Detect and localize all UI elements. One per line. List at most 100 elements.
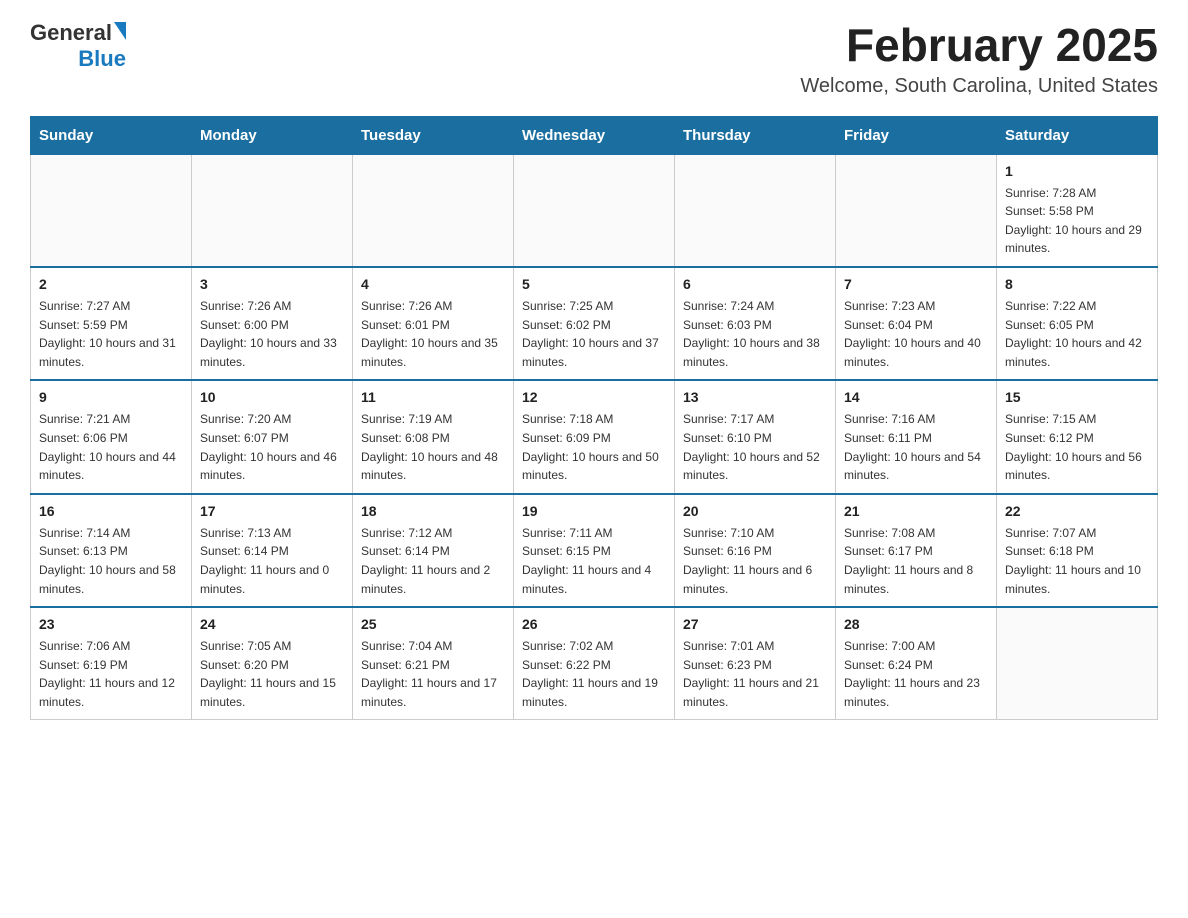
calendar-cell [514,154,675,267]
day-info: Sunrise: 7:26 AMSunset: 6:01 PMDaylight:… [361,297,505,371]
day-info: Sunrise: 7:26 AMSunset: 6:00 PMDaylight:… [200,297,344,371]
day-info: Sunrise: 7:10 AMSunset: 6:16 PMDaylight:… [683,524,827,598]
calendar-cell: 23Sunrise: 7:06 AMSunset: 6:19 PMDayligh… [31,607,192,720]
calendar-cell: 17Sunrise: 7:13 AMSunset: 6:14 PMDayligh… [192,494,353,607]
calendar-cell [675,154,836,267]
day-info: Sunrise: 7:06 AMSunset: 6:19 PMDaylight:… [39,637,183,711]
day-number: 2 [39,274,183,295]
day-info: Sunrise: 7:27 AMSunset: 5:59 PMDaylight:… [39,297,183,371]
calendar-cell: 24Sunrise: 7:05 AMSunset: 6:20 PMDayligh… [192,607,353,720]
day-info: Sunrise: 7:21 AMSunset: 6:06 PMDaylight:… [39,410,183,484]
day-number: 25 [361,614,505,635]
calendar-cell: 18Sunrise: 7:12 AMSunset: 6:14 PMDayligh… [353,494,514,607]
calendar-cell: 20Sunrise: 7:10 AMSunset: 6:16 PMDayligh… [675,494,836,607]
calendar-cell: 8Sunrise: 7:22 AMSunset: 6:05 PMDaylight… [997,267,1158,380]
calendar-week-2: 2Sunrise: 7:27 AMSunset: 5:59 PMDaylight… [31,267,1158,380]
day-number: 7 [844,274,988,295]
day-info: Sunrise: 7:15 AMSunset: 6:12 PMDaylight:… [1005,410,1149,484]
day-number: 20 [683,501,827,522]
calendar-week-4: 16Sunrise: 7:14 AMSunset: 6:13 PMDayligh… [31,494,1158,607]
day-number: 5 [522,274,666,295]
day-number: 18 [361,501,505,522]
calendar-cell: 26Sunrise: 7:02 AMSunset: 6:22 PMDayligh… [514,607,675,720]
calendar-cell: 27Sunrise: 7:01 AMSunset: 6:23 PMDayligh… [675,607,836,720]
day-info: Sunrise: 7:19 AMSunset: 6:08 PMDaylight:… [361,410,505,484]
day-of-week-monday: Monday [192,116,353,154]
day-number: 4 [361,274,505,295]
calendar-cell: 10Sunrise: 7:20 AMSunset: 6:07 PMDayligh… [192,380,353,493]
calendar-cell: 3Sunrise: 7:26 AMSunset: 6:00 PMDaylight… [192,267,353,380]
day-info: Sunrise: 7:07 AMSunset: 6:18 PMDaylight:… [1005,524,1149,598]
calendar-week-5: 23Sunrise: 7:06 AMSunset: 6:19 PMDayligh… [31,607,1158,720]
day-of-week-sunday: Sunday [31,116,192,154]
calendar-cell [192,154,353,267]
calendar-cell: 1Sunrise: 7:28 AMSunset: 5:58 PMDaylight… [997,154,1158,267]
day-number: 28 [844,614,988,635]
day-number: 16 [39,501,183,522]
day-number: 23 [39,614,183,635]
calendar-cell: 2Sunrise: 7:27 AMSunset: 5:59 PMDaylight… [31,267,192,380]
calendar-cell: 12Sunrise: 7:18 AMSunset: 6:09 PMDayligh… [514,380,675,493]
day-info: Sunrise: 7:24 AMSunset: 6:03 PMDaylight:… [683,297,827,371]
day-number: 13 [683,387,827,408]
day-of-week-tuesday: Tuesday [353,116,514,154]
calendar-cell: 21Sunrise: 7:08 AMSunset: 6:17 PMDayligh… [836,494,997,607]
main-title: February 2025 [800,20,1158,71]
calendar-table: SundayMondayTuesdayWednesdayThursdayFrid… [30,116,1158,721]
logo-triangle-icon [114,22,126,40]
calendar-cell: 4Sunrise: 7:26 AMSunset: 6:01 PMDaylight… [353,267,514,380]
calendar-cell: 7Sunrise: 7:23 AMSunset: 6:04 PMDaylight… [836,267,997,380]
page-header: General Blue February 2025 Welcome, Sout… [30,20,1158,98]
day-number: 14 [844,387,988,408]
day-number: 1 [1005,161,1149,182]
day-info: Sunrise: 7:16 AMSunset: 6:11 PMDaylight:… [844,410,988,484]
day-info: Sunrise: 7:20 AMSunset: 6:07 PMDaylight:… [200,410,344,484]
day-number: 27 [683,614,827,635]
calendar-cell: 22Sunrise: 7:07 AMSunset: 6:18 PMDayligh… [997,494,1158,607]
day-info: Sunrise: 7:05 AMSunset: 6:20 PMDaylight:… [200,637,344,711]
calendar-week-3: 9Sunrise: 7:21 AMSunset: 6:06 PMDaylight… [31,380,1158,493]
logo-general: General [30,20,112,46]
day-number: 12 [522,387,666,408]
day-number: 24 [200,614,344,635]
calendar-week-1: 1Sunrise: 7:28 AMSunset: 5:58 PMDaylight… [31,154,1158,267]
day-info: Sunrise: 7:22 AMSunset: 6:05 PMDaylight:… [1005,297,1149,371]
calendar-cell [353,154,514,267]
day-info: Sunrise: 7:23 AMSunset: 6:04 PMDaylight:… [844,297,988,371]
calendar-cell [997,607,1158,720]
day-number: 8 [1005,274,1149,295]
day-number: 11 [361,387,505,408]
calendar-cell: 16Sunrise: 7:14 AMSunset: 6:13 PMDayligh… [31,494,192,607]
day-of-week-saturday: Saturday [997,116,1158,154]
day-number: 6 [683,274,827,295]
day-info: Sunrise: 7:13 AMSunset: 6:14 PMDaylight:… [200,524,344,598]
subtitle: Welcome, South Carolina, United States [800,75,1158,98]
day-info: Sunrise: 7:00 AMSunset: 6:24 PMDaylight:… [844,637,988,711]
title-section: February 2025 Welcome, South Carolina, U… [800,20,1158,98]
day-info: Sunrise: 7:08 AMSunset: 6:17 PMDaylight:… [844,524,988,598]
logo-blue: Blue [78,46,126,72]
calendar-cell: 5Sunrise: 7:25 AMSunset: 6:02 PMDaylight… [514,267,675,380]
day-info: Sunrise: 7:14 AMSunset: 6:13 PMDaylight:… [39,524,183,598]
day-info: Sunrise: 7:04 AMSunset: 6:21 PMDaylight:… [361,637,505,711]
day-info: Sunrise: 7:18 AMSunset: 6:09 PMDaylight:… [522,410,666,484]
day-of-week-wednesday: Wednesday [514,116,675,154]
day-info: Sunrise: 7:11 AMSunset: 6:15 PMDaylight:… [522,524,666,598]
day-number: 22 [1005,501,1149,522]
day-info: Sunrise: 7:01 AMSunset: 6:23 PMDaylight:… [683,637,827,711]
calendar-cell [836,154,997,267]
calendar-cell: 25Sunrise: 7:04 AMSunset: 6:21 PMDayligh… [353,607,514,720]
calendar-cell: 9Sunrise: 7:21 AMSunset: 6:06 PMDaylight… [31,380,192,493]
calendar-cell: 11Sunrise: 7:19 AMSunset: 6:08 PMDayligh… [353,380,514,493]
calendar-cell: 14Sunrise: 7:16 AMSunset: 6:11 PMDayligh… [836,380,997,493]
calendar-cell: 19Sunrise: 7:11 AMSunset: 6:15 PMDayligh… [514,494,675,607]
day-of-week-thursday: Thursday [675,116,836,154]
day-number: 10 [200,387,344,408]
logo: General Blue [30,20,126,72]
day-info: Sunrise: 7:17 AMSunset: 6:10 PMDaylight:… [683,410,827,484]
day-number: 17 [200,501,344,522]
day-info: Sunrise: 7:28 AMSunset: 5:58 PMDaylight:… [1005,184,1149,258]
calendar-cell: 13Sunrise: 7:17 AMSunset: 6:10 PMDayligh… [675,380,836,493]
day-number: 15 [1005,387,1149,408]
day-info: Sunrise: 7:25 AMSunset: 6:02 PMDaylight:… [522,297,666,371]
